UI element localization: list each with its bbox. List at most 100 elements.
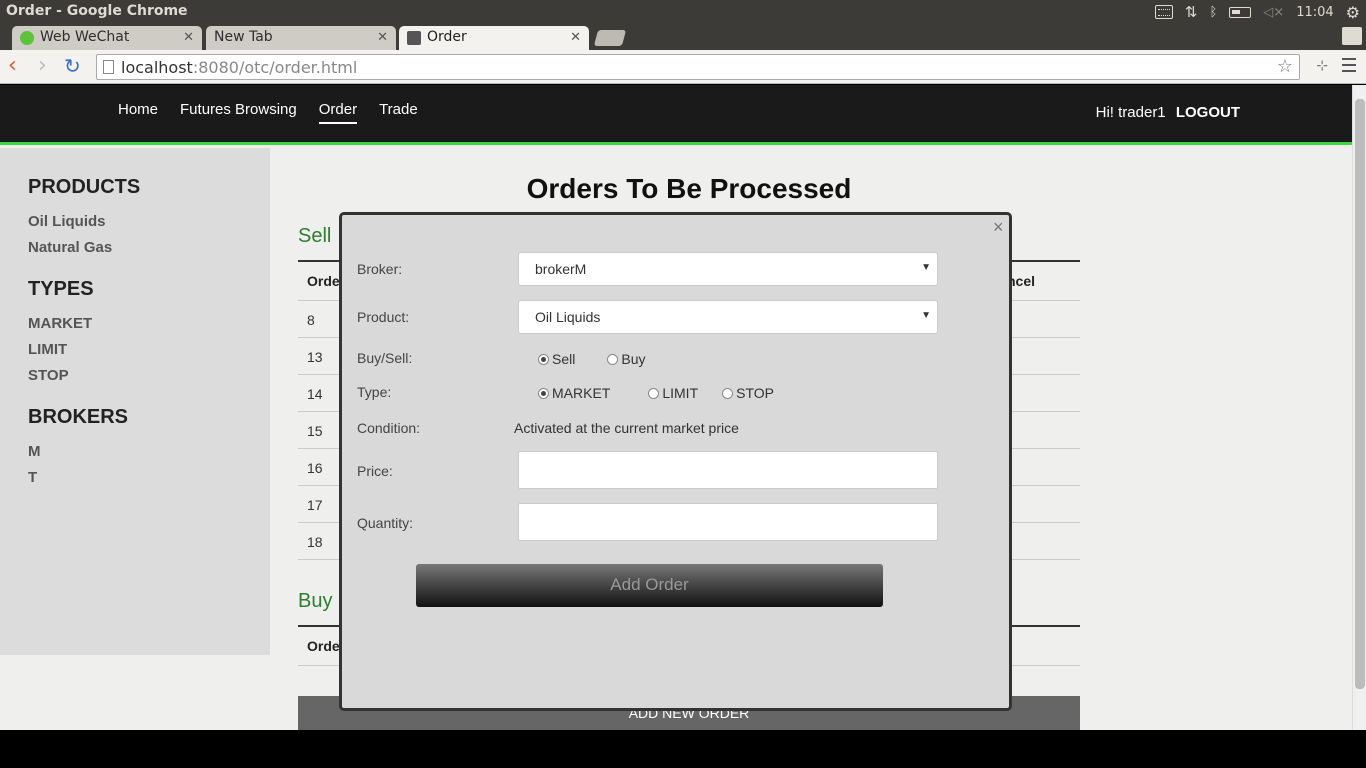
forward-icon[interactable]: › [38, 55, 47, 77]
keyboard-icon[interactable] [1154, 5, 1173, 19]
sidebar-item-market[interactable]: MARKET [28, 315, 270, 332]
eap-icon [407, 31, 421, 45]
order-id: 15 [307, 423, 323, 439]
reload-icon[interactable]: ↻ [64, 55, 81, 77]
user-greeting: Hi! trader1 LOGOUT [1096, 104, 1240, 121]
order-id: 13 [307, 349, 323, 365]
close-tab-icon[interactable]: ✕ [570, 30, 581, 45]
site-nav: Home Futures Browsing Order Trade [118, 101, 418, 124]
radio-button[interactable] [538, 387, 549, 399]
radio-buy[interactable]: Buy [607, 351, 645, 367]
address-bar[interactable]: localhost:8080/otc/order.html ☆ [96, 54, 1300, 80]
radio-button[interactable] [538, 353, 549, 365]
tab-label: Order [427, 29, 467, 45]
nav-home[interactable]: Home [118, 101, 158, 124]
sidebar-item-natural-gas[interactable]: Natural Gas [28, 239, 270, 256]
bottom-bar [0, 730, 1366, 768]
sidebar-group-products: PRODUCTS Oil Liquids Natural Gas [28, 176, 270, 256]
settings-gear-icon[interactable]: ⚙ [1346, 3, 1360, 22]
column-header-order: Orde [307, 638, 340, 654]
radio-label: Sell [552, 351, 576, 367]
sidebar-item-broker-t[interactable]: T [28, 469, 270, 486]
close-icon[interactable]: × [993, 217, 1007, 238]
extension-icon[interactable]: ⊹ [1316, 58, 1328, 74]
close-tab-icon[interactable]: ✕ [183, 30, 194, 45]
radio-label: Buy [621, 351, 646, 367]
type-radio-group: MARKET LIMIT STOP [538, 385, 774, 401]
sidebar: PRODUCTS Oil Liquids Natural Gas TYPES M… [0, 148, 270, 655]
page-title: Orders To Be Processed [526, 173, 852, 204]
radio-market[interactable]: MARKET [538, 385, 610, 401]
order-id: 16 [307, 460, 323, 476]
buysell-label: Buy/Sell: [357, 350, 413, 366]
product-select[interactable]: Oil Liquids ▼ [518, 300, 938, 334]
tab-new-tab[interactable]: New Tab ✕ [206, 26, 396, 50]
condition-text: Activated at the current market price [514, 420, 739, 436]
sidebar-heading: PRODUCTS [28, 176, 141, 198]
order-id: 14 [307, 386, 323, 402]
volume-muted-icon[interactable]: ◁× [1263, 5, 1284, 20]
chrome-menu-icon[interactable] [1342, 58, 1356, 72]
nav-futures-browsing[interactable]: Futures Browsing [180, 101, 297, 124]
add-order-modal: × Broker: brokerM ▼ Product: Oil Liquids… [339, 212, 1012, 711]
bookmark-star-icon[interactable]: ☆ [1277, 56, 1293, 77]
logout-link[interactable]: LOGOUT [1176, 104, 1240, 121]
os-title-bar: Order - Google Chrome ⇅ ᛒ ◁× 11:04 ⚙ [0, 0, 1366, 24]
quantity-label: Quantity: [357, 515, 414, 531]
url-host: localhost [121, 58, 193, 77]
buysell-radio-group: Sell Buy [538, 351, 645, 367]
new-tab-button[interactable] [593, 30, 627, 46]
sidebar-item-stop[interactable]: STOP [28, 367, 270, 384]
broker-select[interactable]: brokerM ▼ [518, 252, 938, 286]
sell-section-title: Sell [298, 225, 332, 247]
column-header-order: Orde [307, 273, 340, 289]
browser-tab-strip: Web WeChat ✕ New Tab ✕ Order ✕ [0, 24, 1366, 50]
clock[interactable]: 11:04 [1296, 5, 1333, 20]
wechat-icon [20, 31, 34, 45]
back-icon[interactable]: ‹ [8, 55, 17, 77]
radio-label: MARKET [552, 385, 611, 401]
nav-trade[interactable]: Trade [379, 101, 418, 124]
page-scrollbar[interactable] [1352, 85, 1366, 730]
tab-web-wechat[interactable]: Web WeChat ✕ [12, 26, 202, 50]
sidebar-group-types: TYPES MARKET LIMIT STOP [28, 278, 270, 384]
network-icon[interactable]: ⇅ [1185, 3, 1198, 21]
radio-button[interactable] [722, 387, 734, 399]
close-tab-icon[interactable]: ✕ [377, 30, 388, 45]
type-label: Type: [357, 384, 392, 400]
sidebar-item-oil-liquids[interactable]: Oil Liquids [28, 213, 270, 230]
quantity-input[interactable] [518, 503, 938, 541]
price-input[interactable] [518, 451, 938, 489]
bluetooth-icon[interactable]: ᛒ [1209, 5, 1217, 20]
add-order-button[interactable]: Add Order [416, 564, 883, 607]
nav-order[interactable]: Order [318, 101, 358, 124]
scrollbar-thumb[interactable] [1355, 99, 1365, 689]
url-path: :8080/otc/order.html [192, 58, 358, 77]
sidebar-heading: BROKERS [28, 406, 129, 428]
broker-selected-value: brokerM [535, 261, 587, 277]
condition-label: Condition: [357, 420, 421, 436]
order-id: 17 [307, 497, 323, 513]
tab-order[interactable]: Order ✕ [399, 26, 589, 50]
sidebar-item-limit[interactable]: LIMIT [28, 341, 270, 358]
profile-icon[interactable] [1342, 27, 1362, 45]
buy-section-title: Buy [298, 590, 333, 612]
tab-label: New Tab [214, 29, 273, 45]
radio-button[interactable] [607, 353, 619, 365]
site-header: Home Futures Browsing Order Trade Hi! tr… [0, 85, 1352, 145]
radio-limit[interactable]: LIMIT [648, 385, 698, 401]
order-id: 18 [307, 534, 323, 550]
radio-button[interactable] [648, 387, 660, 399]
sidebar-item-broker-m[interactable]: M [28, 443, 270, 460]
system-tray: ⇅ ᛒ ◁× 11:04 ⚙ [1154, 2, 1360, 22]
order-id: 8 [307, 312, 315, 328]
radio-stop[interactable]: STOP [722, 385, 774, 401]
greeting-text: Hi! trader1 [1095, 104, 1166, 121]
broker-label: Broker: [357, 261, 403, 277]
product-label: Product: [357, 309, 410, 325]
radio-sell[interactable]: Sell [538, 351, 575, 367]
window-title: Order - Google Chrome [6, 3, 188, 19]
radio-label: LIMIT [662, 385, 699, 401]
battery-icon[interactable] [1229, 6, 1252, 18]
chevron-down-icon: ▼ [921, 262, 931, 273]
